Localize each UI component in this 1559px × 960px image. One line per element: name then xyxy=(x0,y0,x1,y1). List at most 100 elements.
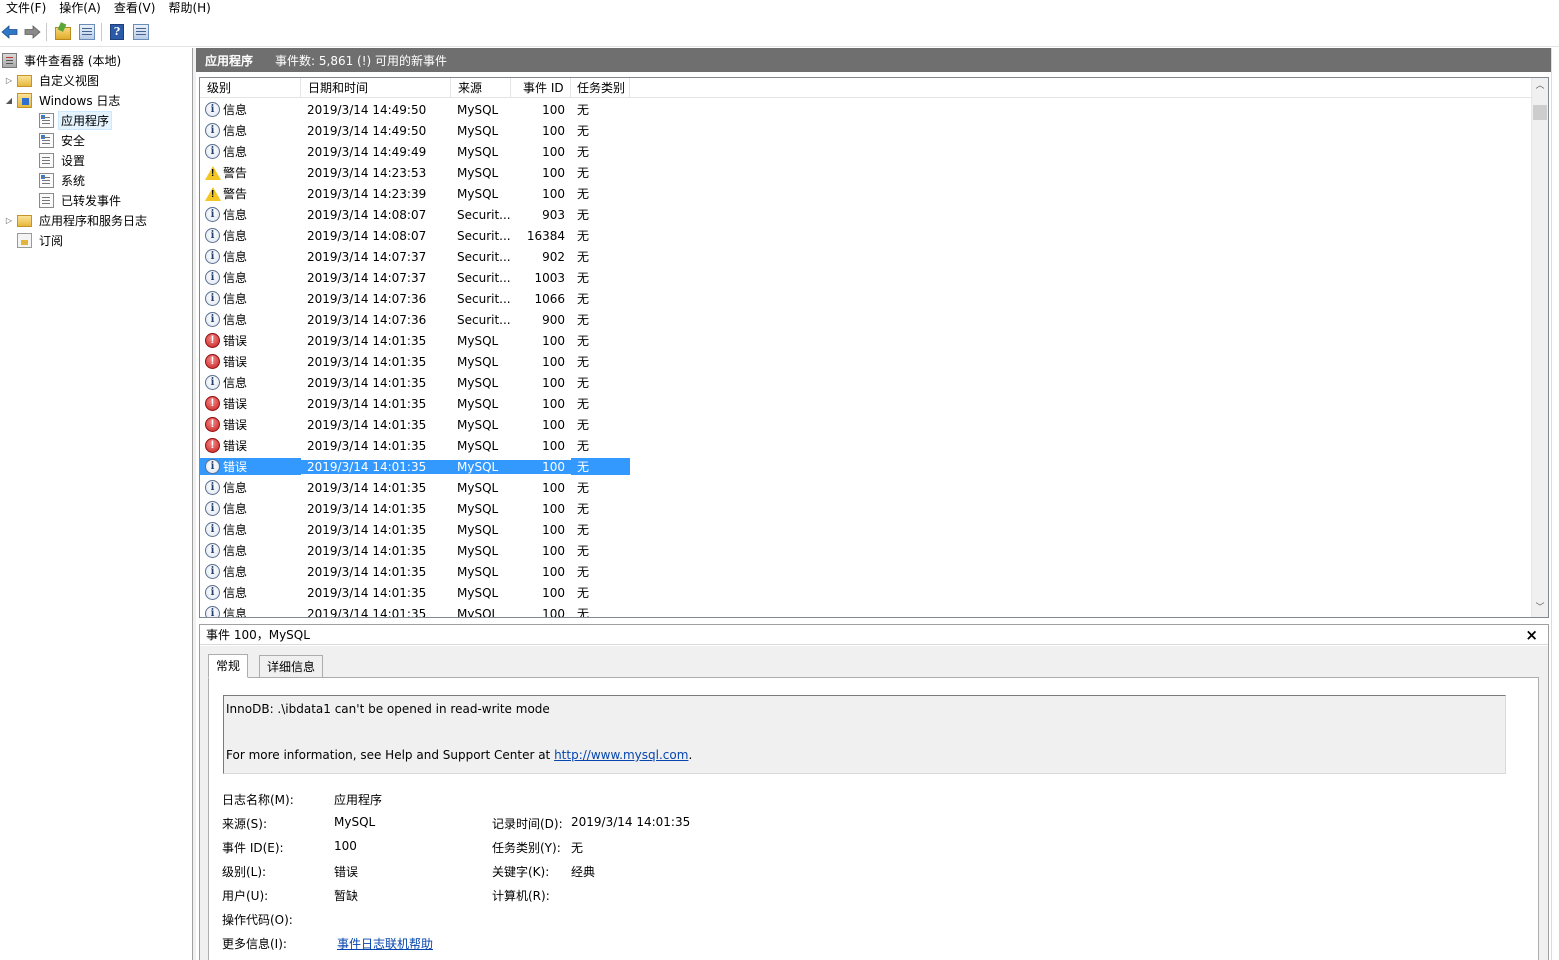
table-row[interactable]: ! 错误 2019/3/14 14:01:35 MySQL 100 无 xyxy=(200,435,1532,456)
cell-datetime: 2019/3/14 14:07:36 xyxy=(307,312,427,327)
cell-level: i 信息 xyxy=(200,479,301,496)
table-row[interactable]: i 信息 2019/3/14 14:07:36 Securit... 900 无 xyxy=(200,309,1532,330)
menu-action[interactable]: 操作(A) xyxy=(53,0,108,18)
table-row[interactable]: 警告 2019/3/14 14:23:53 MySQL 100 无 xyxy=(200,162,1532,183)
toolbar: ? xyxy=(0,19,1559,47)
cell-source: MySQL xyxy=(457,564,499,579)
table-row[interactable]: i 信息 2019/3/14 14:01:35 MySQL 100 无 xyxy=(200,582,1532,603)
cell-task: 无 xyxy=(577,292,590,306)
menu-file[interactable]: 文件(F) xyxy=(0,0,53,18)
table-row[interactable]: i 错误 2019/3/14 14:01:35 MySQL 100 无 xyxy=(200,456,1532,477)
mysql-help-link[interactable]: http://www.mysql.com xyxy=(554,748,688,762)
table-row[interactable]: ! 错误 2019/3/14 14:01:35 MySQL 100 无 xyxy=(200,393,1532,414)
show-hide-tree-icon[interactable] xyxy=(77,22,97,42)
scroll-down-icon[interactable]: ﹀ xyxy=(1532,600,1548,617)
tree-node-application[interactable]: 应用程序 xyxy=(39,110,113,130)
cell-datetime: 2019/3/14 14:01:35 xyxy=(307,438,427,453)
event-message-box[interactable]: InnoDB: .\ibdata1 can't be opened in rea… xyxy=(223,695,1506,774)
table-row[interactable]: i 信息 2019/3/14 14:49:49 MySQL 100 无 xyxy=(200,141,1532,162)
show-action-pane-icon[interactable] xyxy=(131,22,151,42)
close-icon[interactable]: × xyxy=(1525,626,1538,644)
event-log-online-help-link[interactable]: 事件日志联机帮助 xyxy=(337,935,433,952)
level-text: 信息 xyxy=(223,208,248,222)
cell-event-id: 100 xyxy=(511,459,571,474)
table-row[interactable]: i 信息 2019/3/14 14:07:37 Securit... 1003 无 xyxy=(200,267,1532,288)
cell-level: ! 错误 xyxy=(200,395,301,412)
level-text: 信息 xyxy=(223,229,248,243)
cell-event-id: 100 xyxy=(542,522,565,537)
tree-node-system[interactable]: 系统 xyxy=(39,170,88,190)
table-row[interactable]: i 信息 2019/3/14 14:01:35 MySQL 100 无 xyxy=(200,477,1532,498)
tree-node-forwarded-events[interactable]: 已转发事件 xyxy=(39,190,124,210)
cell-task: 无 xyxy=(577,313,590,327)
cell-event-id: 100 xyxy=(542,438,565,453)
cell-task: 无 xyxy=(577,250,590,264)
table-row[interactable]: i 信息 2019/3/14 14:49:50 MySQL 100 无 xyxy=(200,99,1532,120)
tab-general[interactable]: 常规 xyxy=(208,654,249,678)
tree-node-event-viewer[interactable]: 事件查看器 (本地) xyxy=(2,50,124,70)
table-row[interactable]: i 信息 2019/3/14 14:08:07 Securit... 16384 无 xyxy=(200,225,1532,246)
column-header-level[interactable]: 级别 xyxy=(200,78,301,98)
table-row[interactable]: i 信息 2019/3/14 14:07:36 Securit... 1066 无 xyxy=(200,288,1532,309)
cell-event-id: 100 xyxy=(542,396,565,411)
back-arrow-icon[interactable] xyxy=(0,22,20,42)
table-row[interactable]: i 信息 2019/3/14 14:01:35 MySQL 100 无 xyxy=(200,519,1532,540)
tree-node-setup[interactable]: 设置 xyxy=(39,150,88,170)
table-row[interactable]: i 信息 2019/3/14 14:49:50 MySQL 100 无 xyxy=(200,120,1532,141)
cell-datetime: 2019/3/14 14:08:07 xyxy=(307,207,427,222)
expand-arrow-icon[interactable]: ▷ xyxy=(4,76,14,85)
column-header-task[interactable]: 任务类别 xyxy=(571,78,630,98)
tree-node-security[interactable]: 安全 xyxy=(39,130,88,150)
info-icon: i xyxy=(205,270,220,285)
cell-task: 无 xyxy=(577,418,590,432)
level-text: 信息 xyxy=(223,481,248,495)
level-text: 信息 xyxy=(223,565,248,579)
forward-arrow-icon[interactable] xyxy=(22,22,42,42)
table-row[interactable]: 警告 2019/3/14 14:23:39 MySQL 100 无 xyxy=(200,183,1532,204)
cell-datetime: 2019/3/14 14:23:53 xyxy=(307,165,427,180)
table-row[interactable]: i 信息 2019/3/14 14:01:35 MySQL 100 无 xyxy=(200,540,1532,561)
cell-source: Securit... xyxy=(457,270,511,285)
scroll-up-icon[interactable]: ︿ xyxy=(1532,78,1548,95)
collapse-arrow-icon[interactable]: ◢ xyxy=(4,96,14,105)
up-folder-icon[interactable] xyxy=(53,22,73,42)
expand-arrow-icon[interactable]: ▷ xyxy=(4,216,14,225)
column-header-source[interactable]: 来源 xyxy=(451,78,511,98)
help-icon[interactable]: ? xyxy=(107,22,127,42)
tab-details[interactable]: 详细信息 xyxy=(259,655,324,678)
tree-node-app-service-logs[interactable]: ▷ 应用程序和服务日志 xyxy=(4,210,150,230)
cell-level: i 信息 xyxy=(200,248,301,265)
logged-label: 记录时间(D): xyxy=(492,817,563,831)
table-row[interactable]: ! 错误 2019/3/14 14:01:35 MySQL 100 无 xyxy=(200,414,1532,435)
table-row[interactable]: i 信息 2019/3/14 14:01:35 MySQL 100 无 xyxy=(200,561,1532,582)
log-icon xyxy=(39,172,54,188)
table-row[interactable]: ! 错误 2019/3/14 14:01:35 MySQL 100 无 xyxy=(200,330,1532,351)
column-header-event-id[interactable]: 事件 ID xyxy=(511,78,571,98)
table-row[interactable]: i 信息 2019/3/14 14:07:37 Securit... 902 无 xyxy=(200,246,1532,267)
message-period: . xyxy=(688,748,693,762)
cell-task: 无 xyxy=(577,355,590,369)
level-text: 信息 xyxy=(223,502,248,516)
table-row[interactable]: i 信息 2019/3/14 14:08:07 Securit... 903 无 xyxy=(200,204,1532,225)
toolbar-separator xyxy=(101,23,102,41)
table-header: 级别 日期和时间 来源 事件 ID 任务类别 xyxy=(200,78,1532,98)
scroll-thumb[interactable] xyxy=(1533,105,1547,120)
table-row[interactable]: i 信息 2019/3/14 14:01:35 MySQL 100 无 xyxy=(200,498,1532,519)
cell-task: 无 xyxy=(577,208,590,222)
tree-node-windows-logs[interactable]: ◢ Windows 日志 xyxy=(4,90,123,110)
vertical-scrollbar[interactable]: ︿ ﹀ xyxy=(1531,78,1548,617)
table-row[interactable]: i 信息 2019/3/14 14:01:35 MySQL 100 无 xyxy=(200,603,1532,617)
cell-source: MySQL xyxy=(457,165,499,180)
cell-event-id: 100 xyxy=(542,543,565,558)
cell-datetime: 2019/3/14 14:23:39 xyxy=(307,186,427,201)
table-row[interactable]: i 信息 2019/3/14 14:01:35 MySQL 100 无 xyxy=(200,372,1532,393)
table-row[interactable]: ! 错误 2019/3/14 14:01:35 MySQL 100 无 xyxy=(200,351,1532,372)
tree-node-subscriptions[interactable]: 订阅 xyxy=(17,230,66,250)
log-icon xyxy=(39,112,54,128)
menu-help[interactable]: 帮助(H) xyxy=(162,0,217,18)
column-header-datetime[interactable]: 日期和时间 xyxy=(301,78,451,98)
tree-node-custom-views[interactable]: ▷ 自定义视图 xyxy=(4,70,102,90)
splitter[interactable] xyxy=(193,48,196,960)
menu-view[interactable]: 查看(V) xyxy=(108,0,163,18)
info-icon: i xyxy=(205,144,220,159)
